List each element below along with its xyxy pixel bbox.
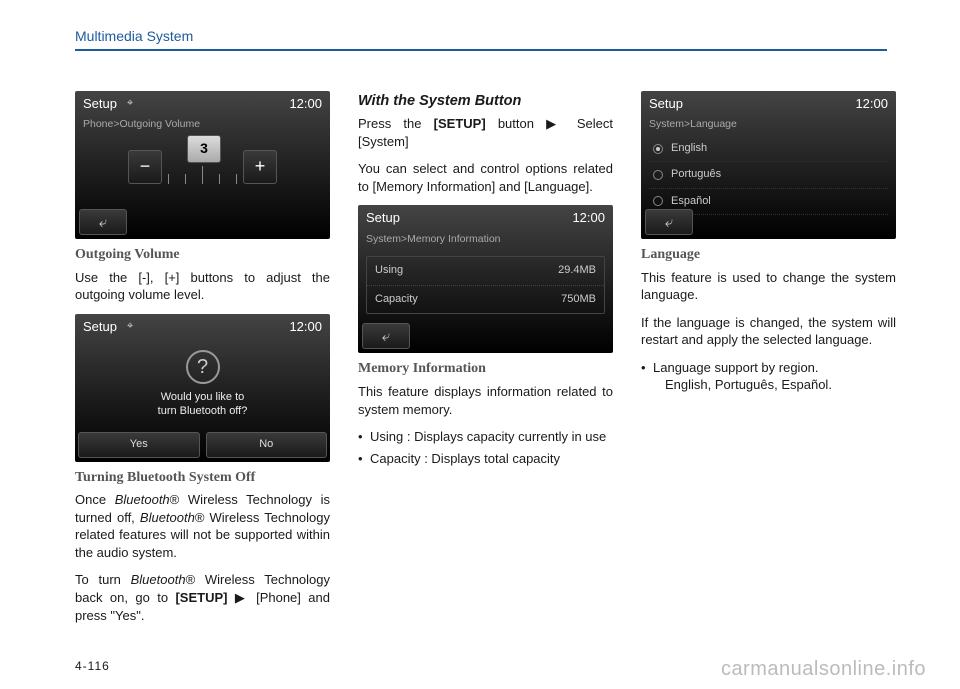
content-columns: Setup ⌖ 12:00 Phone>Outgoing Volume − + … [0,51,960,634]
radio-icon [653,196,663,206]
screen-outgoing-volume: Setup ⌖ 12:00 Phone>Outgoing Volume − + … [75,91,330,239]
language-option-english[interactable]: English [649,136,888,162]
screen-memory-info: Setup 12:00 System>Memory Information Us… [358,205,613,353]
text-language-2: If the language is changed, the system w… [641,314,896,349]
page-number: 4-116 [75,659,110,673]
breadcrumb: System>Language [641,117,896,132]
page-header: Multimedia System [0,0,960,51]
heading-memory-info: Memory Information [358,359,613,379]
bullet-using: Using : Displays capacity currently in u… [358,428,613,446]
heading-system-button: With the System Button [358,91,613,111]
text-system-button-2: You can select and control options relat… [358,160,613,195]
text-system-button-1: Press the [SETUP] button ▶ Select [Syste… [358,115,613,150]
breadcrumb: System>Memory Information [358,232,613,247]
language-option-portugues[interactable]: Português [649,162,888,188]
volume-ticks [168,162,237,184]
clock: 12:00 [572,209,605,227]
memory-row-capacity: Capacity750MB [367,286,604,313]
clock: 12:00 [289,95,322,113]
no-button[interactable]: No [206,432,328,458]
column-1: Setup ⌖ 12:00 Phone>Outgoing Volume − + … [75,91,330,634]
clock: 12:00 [855,95,888,113]
section-title: Multimedia System [75,28,910,47]
screen-language: Setup 12:00 System>Language English Port… [641,91,896,239]
confirm-text: Would you like to turn Bluetooth off? [158,390,248,419]
volume-plus-button[interactable]: + [243,150,277,184]
column-3: Setup 12:00 System>Language English Port… [641,91,896,634]
screen-title: Setup [83,318,117,336]
language-bullets: Language support by region. English, Por… [641,359,896,394]
screen-bluetooth-off: Setup ⌖ 12:00 ? Would you like to turn B… [75,314,330,462]
column-2: With the System Button Press the [SETUP]… [358,91,613,634]
screen-title: Setup [83,95,117,113]
memory-row-using: Using29.4MB [367,257,604,285]
back-button[interactable]: ⤶ [362,323,410,349]
yes-button[interactable]: Yes [78,432,200,458]
volume-thumb[interactable]: 3 [187,135,221,163]
back-button[interactable]: ⤶ [645,209,693,235]
heading-language: Language [641,245,896,265]
text-memory-info: This feature displays information relate… [358,383,613,418]
text-outgoing-volume: Use the [-], [+] buttons to adjust the o… [75,269,330,304]
radio-icon [653,170,663,180]
heading-bluetooth-off: Turning Bluetooth System Off [75,468,330,488]
screen-title: Setup [366,209,400,227]
text-bluetooth-off-2: To turn Bluetooth® Wireless Technology b… [75,571,330,624]
memory-bullets: Using : Displays capacity currently in u… [358,428,613,467]
bullet-capacity: Capacity : Displays total capacity [358,450,613,468]
question-icon: ? [186,350,220,384]
language-list: English Português Español [649,136,888,215]
volume-minus-button[interactable]: − [128,150,162,184]
text-bluetooth-off-1: Once Bluetooth® Wireless Technology is t… [75,491,330,561]
screen-title: Setup [649,95,683,113]
lang-support-values: English, Português, Español. [653,376,896,394]
back-button[interactable]: ⤶ [79,209,127,235]
watermark: carmanualsonline.info [721,658,926,681]
text-language-1: This feature is used to change the syste… [641,269,896,304]
breadcrumb: Phone>Outgoing Volume [75,117,330,132]
bluetooth-icon: ⌖ [127,319,133,334]
clock: 12:00 [289,318,322,336]
memory-table: Using29.4MB Capacity750MB [366,256,605,314]
heading-outgoing-volume: Outgoing Volume [75,245,330,265]
radio-icon [653,144,663,154]
bluetooth-icon: ⌖ [127,96,133,111]
bullet-lang-support: Language support by region. English, Por… [641,359,896,394]
